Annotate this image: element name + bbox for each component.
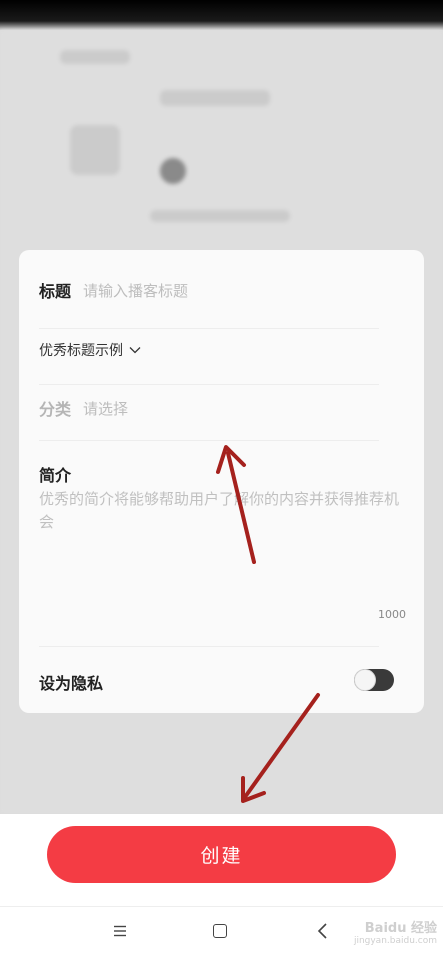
divider	[39, 646, 379, 647]
divider	[39, 328, 379, 329]
background-blur-block	[60, 50, 130, 64]
private-label: 设为隐私	[39, 674, 104, 693]
background-blur-block	[150, 210, 290, 222]
intro-label: 简介	[39, 466, 72, 485]
create-podcast-form: 标题 请输入播客标题 优秀标题示例 分类 请选择 简介 优秀的简介将能够帮助用户…	[19, 250, 424, 713]
toggle-knob	[354, 669, 376, 691]
status-bar	[0, 0, 443, 30]
category-label: 分类	[39, 400, 72, 419]
divider	[39, 440, 379, 441]
intro-textarea[interactable]: 优秀的简介将能够帮助用户了解你的内容并获得推荐机会	[39, 488, 399, 534]
category-row[interactable]: 分类 请选择	[39, 396, 128, 420]
title-examples-label: 优秀标题示例	[39, 343, 123, 359]
chevron-down-icon	[129, 347, 141, 354]
watermark-logo: Baidu 经验	[364, 921, 437, 936]
title-examples-toggle[interactable]: 优秀标题示例	[39, 340, 141, 360]
intro-char-counter: 1000	[378, 608, 406, 621]
background-blur-block	[160, 90, 270, 106]
background-avatar	[160, 158, 186, 184]
title-label: 标题	[39, 282, 72, 301]
back-chevron-icon[interactable]	[316, 923, 328, 939]
title-input[interactable]: 请输入播客标题	[83, 280, 188, 301]
create-button[interactable]: 创建	[47, 826, 396, 883]
watermark-url: jingyan.baidu.com	[353, 936, 437, 946]
divider	[39, 384, 379, 385]
private-toggle[interactable]	[354, 669, 394, 691]
title-row[interactable]: 标题 请输入播客标题	[39, 278, 188, 302]
background-blur-block	[70, 125, 120, 175]
category-select[interactable]: 请选择	[83, 398, 128, 419]
home-square-icon[interactable]	[213, 924, 227, 938]
nav-divider	[0, 906, 443, 907]
menu-icon[interactable]	[113, 924, 127, 938]
baidu-watermark: Baidu 经验 jingyan.baidu.com	[354, 917, 437, 946]
